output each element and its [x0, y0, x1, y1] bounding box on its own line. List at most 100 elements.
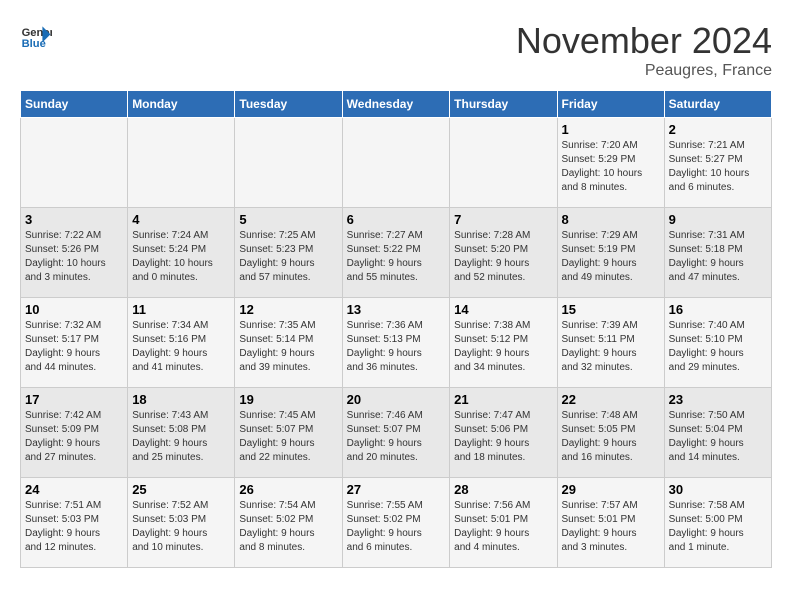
day-number: 15 [562, 302, 660, 317]
calendar-cell: 1Sunrise: 7:20 AM Sunset: 5:29 PM Daylig… [557, 118, 664, 208]
calendar-cell: 20 Sunrise: 7:46 AM Sunset: 5:07 PM Dayli… [342, 388, 450, 478]
logo: General Blue [20, 20, 56, 52]
day-info: Sunrise: 7:24 AM Sunset: 5:24 PM Dayligh… [132, 229, 230, 285]
day-number: 21 [454, 392, 552, 407]
calendar-cell: 29 Sunrise: 7:57 AM Sunset: 5:01 PM Dayli… [557, 478, 664, 568]
page-header: General Blue November 2024 Peaugres, Fra… [20, 20, 772, 80]
day-info: Sunrise: 7:51 AM Sunset: 5:03 PM Dayligh… [25, 499, 123, 555]
day-info: Sunrise: 7:43 AM Sunset: 5:08 PM Dayligh… [132, 409, 230, 465]
calendar-cell: 17 Sunrise: 7:42 AM Sunset: 5:09 PM Dayli… [21, 388, 128, 478]
calendar-cell [342, 118, 450, 208]
weekday-header-saturday: Saturday [664, 91, 771, 118]
calendar-cell: 16Sunrise: 7:40 AM Sunset: 5:10 PM Dayli… [664, 298, 771, 388]
calendar-cell: 6 Sunrise: 7:27 AM Sunset: 5:22 PM Daylig… [342, 208, 450, 298]
calendar-cell: 11 Sunrise: 7:34 AM Sunset: 5:16 PM Dayli… [128, 298, 235, 388]
day-number: 28 [454, 482, 552, 497]
calendar-cell: 15 Sunrise: 7:39 AM Sunset: 5:11 PM Dayli… [557, 298, 664, 388]
month-title: November 2024 [516, 20, 772, 62]
day-number: 5 [239, 212, 337, 227]
day-number: 6 [347, 212, 446, 227]
calendar-cell: 24 Sunrise: 7:51 AM Sunset: 5:03 PM Dayli… [21, 478, 128, 568]
day-number: 26 [239, 482, 337, 497]
location: Peaugres, France [516, 62, 772, 80]
day-info: Sunrise: 7:20 AM Sunset: 5:29 PM Dayligh… [562, 139, 660, 195]
day-info: Sunrise: 7:54 AM Sunset: 5:02 PM Dayligh… [239, 499, 337, 555]
calendar-cell: 13 Sunrise: 7:36 AM Sunset: 5:13 PM Dayli… [342, 298, 450, 388]
day-info: Sunrise: 7:35 AM Sunset: 5:14 PM Dayligh… [239, 319, 337, 375]
calendar-cell: 22 Sunrise: 7:48 AM Sunset: 5:05 PM Dayli… [557, 388, 664, 478]
day-number: 27 [347, 482, 446, 497]
day-number: 7 [454, 212, 552, 227]
calendar-cell: 4 Sunrise: 7:24 AM Sunset: 5:24 PM Daylig… [128, 208, 235, 298]
day-number: 23 [669, 392, 767, 407]
calendar-cell: 18 Sunrise: 7:43 AM Sunset: 5:08 PM Dayli… [128, 388, 235, 478]
calendar-cell: 8 Sunrise: 7:29 AM Sunset: 5:19 PM Daylig… [557, 208, 664, 298]
day-number: 24 [25, 482, 123, 497]
day-number: 12 [239, 302, 337, 317]
day-info: Sunrise: 7:38 AM Sunset: 5:12 PM Dayligh… [454, 319, 552, 375]
day-info: Sunrise: 7:48 AM Sunset: 5:05 PM Dayligh… [562, 409, 660, 465]
calendar-cell [450, 118, 557, 208]
weekday-header-sunday: Sunday [21, 91, 128, 118]
day-number: 22 [562, 392, 660, 407]
calendar-cell: 25Sunrise: 7:52 AM Sunset: 5:03 PM Dayli… [128, 478, 235, 568]
day-info: Sunrise: 7:57 AM Sunset: 5:01 PM Dayligh… [562, 499, 660, 555]
calendar-cell: 2 Sunrise: 7:21 AM Sunset: 5:27 PM Daylig… [664, 118, 771, 208]
day-info: Sunrise: 7:42 AM Sunset: 5:09 PM Dayligh… [25, 409, 123, 465]
day-number: 18 [132, 392, 230, 407]
day-info: Sunrise: 7:46 AM Sunset: 5:07 PM Dayligh… [347, 409, 446, 465]
day-number: 19 [239, 392, 337, 407]
calendar-cell: 3Sunrise: 7:22 AM Sunset: 5:26 PM Daylig… [21, 208, 128, 298]
day-info: Sunrise: 7:36 AM Sunset: 5:13 PM Dayligh… [347, 319, 446, 375]
calendar-week-row: 24 Sunrise: 7:51 AM Sunset: 5:03 PM Dayli… [21, 478, 772, 568]
day-number: 9 [669, 212, 767, 227]
calendar-cell: 19Sunrise: 7:45 AM Sunset: 5:07 PM Dayli… [235, 388, 342, 478]
day-info: Sunrise: 7:31 AM Sunset: 5:18 PM Dayligh… [669, 229, 767, 285]
calendar-cell: 23 Sunrise: 7:50 AM Sunset: 5:04 PM Dayli… [664, 388, 771, 478]
title-block: November 2024 Peaugres, France [516, 20, 772, 80]
day-info: Sunrise: 7:34 AM Sunset: 5:16 PM Dayligh… [132, 319, 230, 375]
calendar-cell [21, 118, 128, 208]
day-info: Sunrise: 7:55 AM Sunset: 5:02 PM Dayligh… [347, 499, 446, 555]
day-number: 17 [25, 392, 123, 407]
calendar-cell: 26 Sunrise: 7:54 AM Sunset: 5:02 PM Dayli… [235, 478, 342, 568]
day-number: 14 [454, 302, 552, 317]
day-number: 11 [132, 302, 230, 317]
day-info: Sunrise: 7:50 AM Sunset: 5:04 PM Dayligh… [669, 409, 767, 465]
calendar-week-row: 3Sunrise: 7:22 AM Sunset: 5:26 PM Daylig… [21, 208, 772, 298]
day-number: 13 [347, 302, 446, 317]
calendar-cell: 9 Sunrise: 7:31 AM Sunset: 5:18 PM Daylig… [664, 208, 771, 298]
calendar-cell: 27 Sunrise: 7:55 AM Sunset: 5:02 PM Dayli… [342, 478, 450, 568]
calendar-cell: 10 Sunrise: 7:32 AM Sunset: 5:17 PM Dayli… [21, 298, 128, 388]
calendar-cell: 30Sunrise: 7:58 AM Sunset: 5:00 PM Dayli… [664, 478, 771, 568]
day-info: Sunrise: 7:29 AM Sunset: 5:19 PM Dayligh… [562, 229, 660, 285]
day-number: 29 [562, 482, 660, 497]
day-info: Sunrise: 7:58 AM Sunset: 5:00 PM Dayligh… [669, 499, 767, 555]
day-number: 4 [132, 212, 230, 227]
day-info: Sunrise: 7:32 AM Sunset: 5:17 PM Dayligh… [25, 319, 123, 375]
day-info: Sunrise: 7:21 AM Sunset: 5:27 PM Dayligh… [669, 139, 767, 195]
day-info: Sunrise: 7:39 AM Sunset: 5:11 PM Dayligh… [562, 319, 660, 375]
day-number: 3 [25, 212, 123, 227]
calendar-cell: 7Sunrise: 7:28 AM Sunset: 5:20 PM Daylig… [450, 208, 557, 298]
day-info: Sunrise: 7:47 AM Sunset: 5:06 PM Dayligh… [454, 409, 552, 465]
calendar-cell: 21 Sunrise: 7:47 AM Sunset: 5:06 PM Dayli… [450, 388, 557, 478]
day-info: Sunrise: 7:25 AM Sunset: 5:23 PM Dayligh… [239, 229, 337, 285]
day-number: 20 [347, 392, 446, 407]
day-number: 8 [562, 212, 660, 227]
calendar-cell: 5 Sunrise: 7:25 AM Sunset: 5:23 PM Daylig… [235, 208, 342, 298]
calendar-week-row: 17 Sunrise: 7:42 AM Sunset: 5:09 PM Dayli… [21, 388, 772, 478]
weekday-header-row: SundayMondayTuesdayWednesdayThursdayFrid… [21, 91, 772, 118]
day-info: Sunrise: 7:56 AM Sunset: 5:01 PM Dayligh… [454, 499, 552, 555]
calendar-cell: 12 Sunrise: 7:35 AM Sunset: 5:14 PM Dayli… [235, 298, 342, 388]
day-number: 25 [132, 482, 230, 497]
calendar-body: 1Sunrise: 7:20 AM Sunset: 5:29 PM Daylig… [21, 118, 772, 568]
weekday-header-thursday: Thursday [450, 91, 557, 118]
day-number: 2 [669, 122, 767, 137]
weekday-header-wednesday: Wednesday [342, 91, 450, 118]
calendar-cell: 28 Sunrise: 7:56 AM Sunset: 5:01 PM Dayli… [450, 478, 557, 568]
weekday-header-friday: Friday [557, 91, 664, 118]
day-number: 10 [25, 302, 123, 317]
day-info: Sunrise: 7:27 AM Sunset: 5:22 PM Dayligh… [347, 229, 446, 285]
calendar-header: SundayMondayTuesdayWednesdayThursdayFrid… [21, 91, 772, 118]
